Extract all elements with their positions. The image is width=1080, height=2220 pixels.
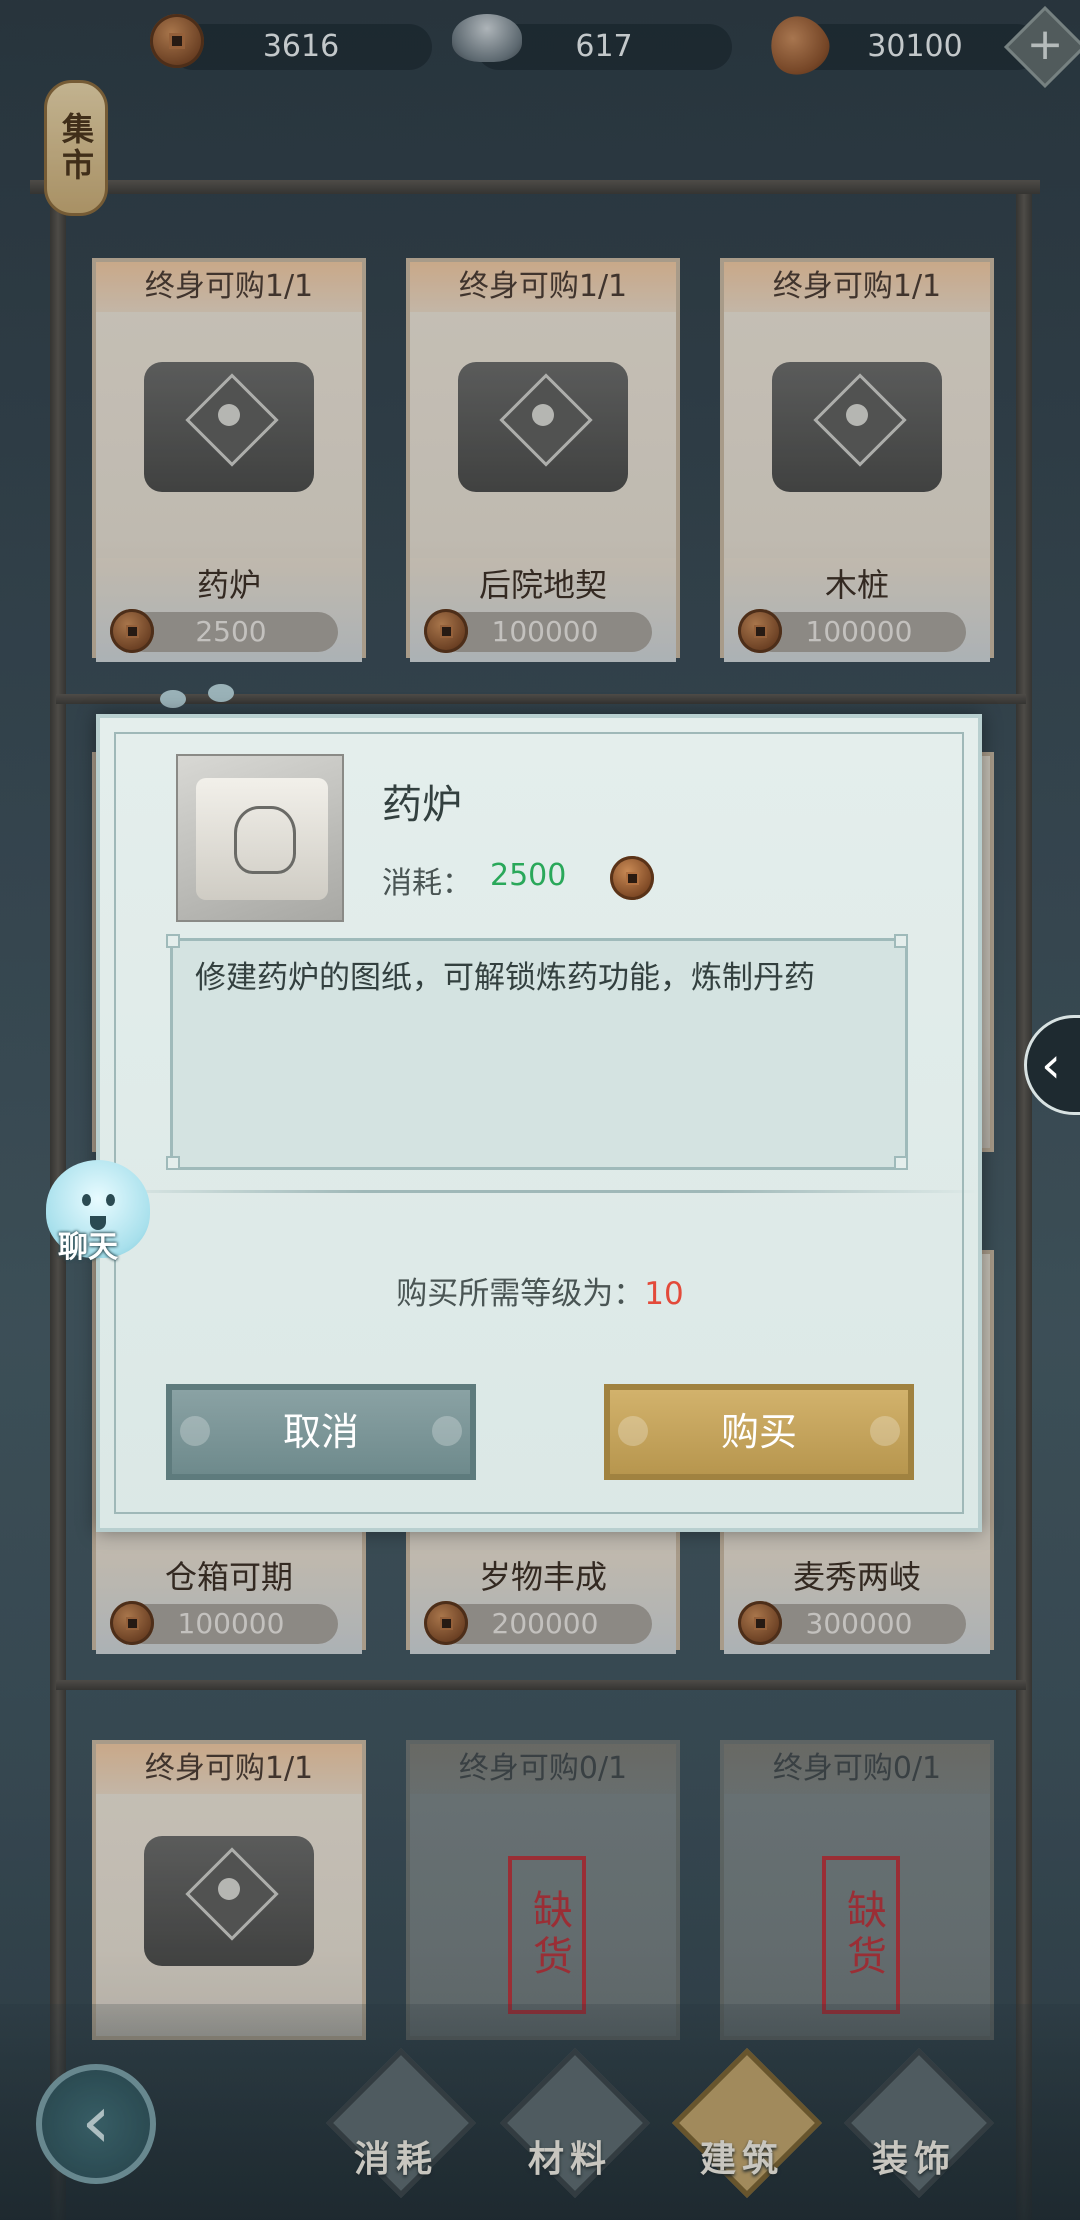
cancel-label: 取消 bbox=[282, 1410, 359, 1454]
corner-ornament bbox=[166, 934, 180, 948]
buy-label: 购买 bbox=[720, 1410, 797, 1454]
cost-value: 2500 bbox=[490, 858, 567, 893]
eye bbox=[82, 1194, 91, 1206]
flower-ornament bbox=[618, 1416, 648, 1446]
buy-button[interactable]: 购买 bbox=[604, 1384, 914, 1480]
corner-ornament bbox=[894, 1156, 908, 1170]
flower-ornament bbox=[432, 1416, 462, 1446]
requirement-label: 购买所需等级为： bbox=[396, 1276, 645, 1312]
corner-ornament bbox=[894, 934, 908, 948]
chat-label[interactable]: 聊天 bbox=[58, 1222, 118, 1266]
item-description: 修建药炉的图纸，可解锁炼药功能，炼制丹药 bbox=[195, 960, 815, 996]
bird-decoration bbox=[208, 684, 234, 702]
cancel-button[interactable]: 取消 bbox=[166, 1384, 476, 1480]
level-requirement: 购买所需等级为：10 bbox=[0, 1268, 1080, 1313]
eye bbox=[106, 1194, 115, 1206]
bird-decoration bbox=[160, 690, 186, 708]
item-title: 药炉 bbox=[382, 782, 462, 828]
furnace-icon bbox=[234, 806, 296, 874]
divider bbox=[100, 1190, 980, 1193]
cost-label: 消耗： bbox=[382, 866, 472, 901]
item-thumbnail bbox=[176, 754, 344, 922]
chevron-left-icon: ‹ bbox=[1041, 1036, 1061, 1094]
corner-ornament bbox=[166, 1156, 180, 1170]
description-box: 修建药炉的图纸，可解锁炼药功能，炼制丹药 bbox=[170, 938, 908, 1170]
flower-ornament bbox=[870, 1416, 900, 1446]
requirement-level: 10 bbox=[644, 1276, 684, 1312]
flower-ornament bbox=[180, 1416, 210, 1446]
copper-coin-icon bbox=[610, 856, 654, 900]
